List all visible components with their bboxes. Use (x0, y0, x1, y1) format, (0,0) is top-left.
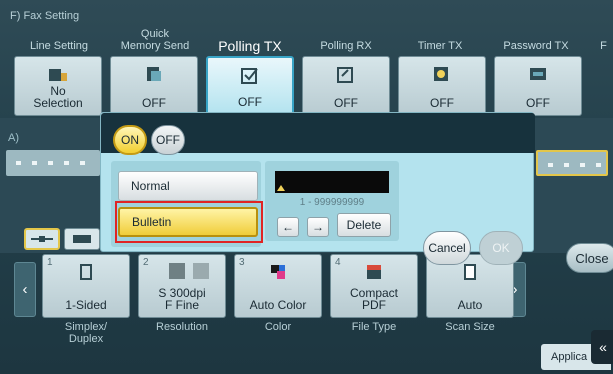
polling-rx-icon (337, 67, 353, 83)
tab-timer-tx[interactable]: Timer TX (396, 20, 484, 56)
chevron-left-icon: ‹ (22, 281, 28, 298)
left-view-button[interactable] (24, 228, 60, 250)
number-range: 1 - 999999999 (299, 197, 365, 208)
quick-memory-send-icon (147, 67, 161, 81)
delete-button[interactable]: Delete (337, 213, 391, 237)
color-button[interactable]: 3 Auto Color (234, 254, 322, 318)
resolution-icon (169, 263, 209, 279)
cancel-button[interactable]: Cancel (423, 231, 471, 265)
address-field-left (6, 150, 100, 176)
tab-password-tx[interactable]: Password TX (492, 20, 580, 56)
one-sided-icon (80, 264, 92, 280)
header: F) Fax Setting Line Setting Quick Memory… (0, 0, 613, 60)
caption-resolution: Resolution (156, 321, 208, 333)
off-toggle[interactable]: OFF (151, 125, 185, 155)
timer-tx-button[interactable]: OFF (398, 56, 486, 116)
simplex-duplex-button[interactable]: 1 1-Sided (42, 254, 130, 318)
caption-scan-size: Scan Size (445, 321, 495, 333)
password-tx-icon (530, 68, 546, 80)
caption-simplex-duplex: Simplex/ Duplex (64, 321, 108, 345)
caption-color: Color (264, 321, 292, 333)
bulletin-dialog: ON OFF Normal Bulletin 1 - 999999999 ← →… (100, 112, 535, 265)
tab-polling-rx[interactable]: Polling RX (302, 20, 390, 56)
section-label-a: A) (8, 132, 19, 144)
tab-polling-tx[interactable]: Polling TX (206, 20, 294, 56)
color-icon (271, 265, 285, 279)
line-setting-button[interactable]: No Selection (14, 56, 102, 116)
number-panel: 1 - 999999999 ← → Delete (265, 161, 399, 241)
double-chevron-left-icon: « (599, 339, 607, 355)
selection-highlight (115, 201, 263, 243)
bulletin-number-field[interactable] (275, 171, 389, 193)
ok-button[interactable]: OK (479, 231, 523, 265)
quick-memory-send-button[interactable]: OFF (110, 56, 198, 116)
side-panel-toggle[interactable]: « (591, 330, 613, 364)
cursor-left-button[interactable]: ← (277, 217, 299, 237)
resolution-button[interactable]: 2 S 300dpi F Fine (138, 254, 226, 318)
mode-panel: Normal Bulletin (111, 161, 263, 247)
tab-bar: Line Setting Quick Memory Send Polling T… (0, 20, 613, 60)
normal-option[interactable]: Normal (118, 171, 258, 201)
tab-line-setting[interactable]: Line Setting (20, 20, 98, 56)
address-field-right (536, 150, 608, 176)
line-setting-icon (49, 69, 67, 81)
cursor-right-button[interactable]: → (307, 217, 329, 237)
timer-tx-icon (434, 67, 448, 81)
fax-setting-screen: F) Fax Setting Line Setting Quick Memory… (0, 0, 613, 374)
keyboard-icon (73, 235, 91, 243)
link-icon (31, 236, 53, 242)
caption-file-type: File Type (351, 321, 397, 333)
right-view-button[interactable] (64, 228, 100, 250)
tab-more[interactable]: F (594, 20, 613, 56)
polling-rx-button[interactable]: OFF (302, 56, 390, 116)
password-tx-button[interactable]: OFF (494, 56, 582, 116)
on-toggle[interactable]: ON (113, 125, 147, 155)
close-button[interactable]: Close (566, 243, 613, 273)
cursor-icon (277, 185, 285, 191)
pdf-icon (367, 265, 381, 279)
file-type-button[interactable]: 4 Compact PDF (330, 254, 418, 318)
scan-size-icon (464, 264, 476, 280)
polling-tx-button[interactable]: OFF (206, 56, 294, 116)
tab-quick-memory-send[interactable]: Quick Memory Send (112, 20, 198, 56)
polling-tx-icon (241, 68, 258, 84)
scroll-left-button[interactable]: ‹ (14, 262, 36, 317)
